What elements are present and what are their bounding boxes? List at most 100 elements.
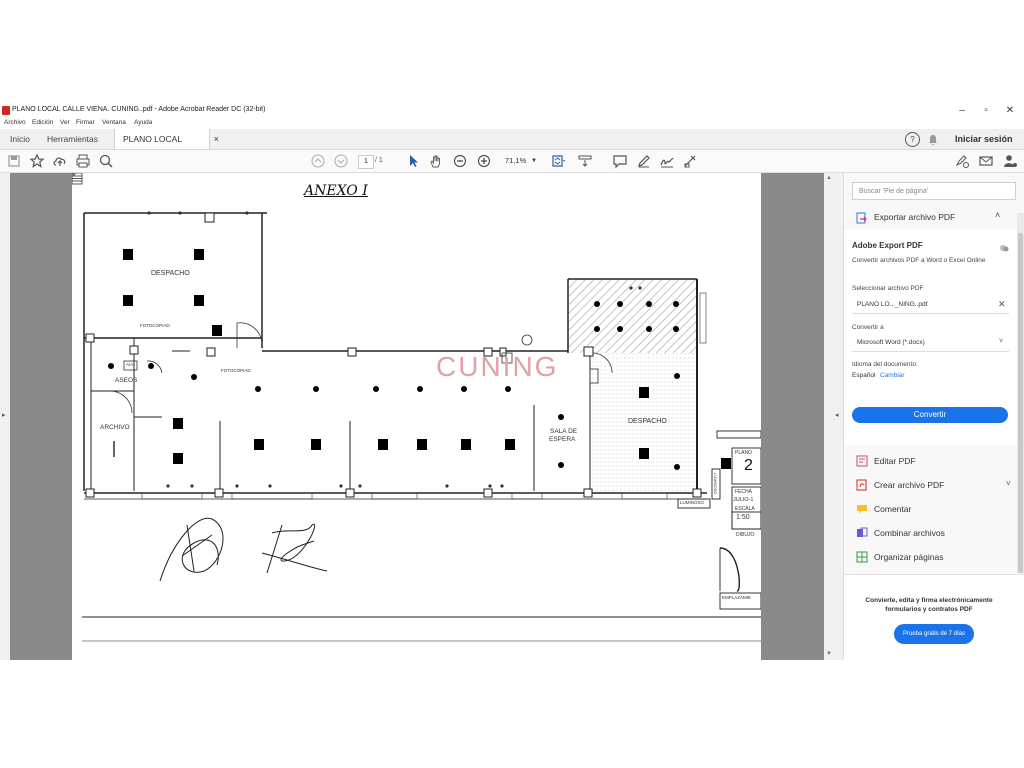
zoom-value: 71,1% <box>505 156 527 165</box>
scroll-up-icon[interactable]: ▲ <box>826 175 832 181</box>
menu-firmar[interactable]: Firmar <box>76 119 95 126</box>
create-pdf-icon <box>856 479 868 491</box>
upload-cloud-icon[interactable] <box>52 153 68 169</box>
zoom-dropdown[interactable]: 71,1% ▼ <box>500 154 540 168</box>
label-fecha-value: JULIO-1 <box>733 497 754 503</box>
vertical-scrollbar[interactable]: ▲ ▼ <box>824 173 833 660</box>
chevron-up-icon[interactable]: ˄ <box>995 210 1000 220</box>
hand-tool-icon[interactable] <box>428 153 444 169</box>
next-page-icon[interactable] <box>333 153 349 169</box>
page-total: / 1 <box>375 157 383 164</box>
export-pdf-header-label: Exportar archivo PDF <box>874 212 956 222</box>
scroll-mode-icon[interactable] <box>577 153 593 169</box>
tool-create-pdf-label: Crear archivo PDF <box>874 480 945 490</box>
selected-file-field[interactable]: PLANO LO..._NING..pdf ✕ <box>852 297 1009 314</box>
tool-organize-label: Organizar páginas <box>874 552 944 562</box>
page-number-input[interactable]: 1 <box>358 155 374 169</box>
menu-ayuda[interactable]: Ayuda <box>134 119 152 126</box>
room-label-archivo: ARCHIVO <box>100 424 130 431</box>
doc-language-value: Español <box>852 372 876 379</box>
promo-line-1: Convierte, edita y firma electrónicament… <box>865 597 993 604</box>
search-tools-input[interactable]: Buscar 'Pie de página' <box>852 182 1016 200</box>
fit-page-icon[interactable] <box>550 153 566 169</box>
maximize-button[interactable]: ▫ <box>976 104 996 118</box>
label-escala-value: 1:50 <box>736 514 750 521</box>
fill-sign-icon[interactable] <box>954 153 970 169</box>
edit-pdf-icon <box>856 455 868 467</box>
convert-to-select[interactable]: Microsoft Word (*.docx) ˅ <box>852 335 1009 352</box>
organize-pages-icon <box>856 551 868 563</box>
doc-language-label: Idioma del documento: <box>852 361 918 368</box>
export-pdf-header[interactable]: Exportar archivo PDF ˄ <box>844 207 1017 227</box>
export-panel-description: Convertir archivos PDF a Word o Excel On… <box>852 257 986 264</box>
tab-document[interactable]: PLANO LOCAL CA... × <box>114 129 219 164</box>
tab-close-icon[interactable]: × <box>214 129 219 149</box>
room-label-sala-1: SALA DE <box>550 428 578 435</box>
scroll-down-icon[interactable]: ▼ <box>826 651 832 657</box>
room-label-sala-2: ESPERA <box>549 436 576 443</box>
save-icon[interactable] <box>6 153 22 169</box>
tools-pane-scrollbar[interactable] <box>1017 213 1024 573</box>
label-plano-number: 2 <box>744 457 753 474</box>
window-title: PLANO LOCAL CALLE VIENA. CUNING..pdf - A… <box>12 106 266 113</box>
select-cursor-icon[interactable] <box>405 153 421 169</box>
change-language-link[interactable]: Cambiar <box>880 372 905 379</box>
share-user-icon[interactable] <box>1002 153 1018 169</box>
label-plano: PLANO <box>735 450 752 456</box>
label-fotocopiad-2: FOTOCOPIAD. <box>221 368 252 373</box>
room-label-despacho-2: DESPACHO <box>628 418 667 425</box>
signin-link[interactable]: Iniciar sesión <box>955 129 1013 149</box>
tool-combine-label: Combinar archivos <box>874 528 945 538</box>
menu-ventana[interactable]: Ventana <box>102 119 126 126</box>
menu-archivo[interactable]: Archivo <box>4 119 26 126</box>
minimize-button[interactable]: – <box>952 104 972 118</box>
tab-herramientas[interactable]: Herramientas <box>39 129 106 149</box>
comment-icon[interactable] <box>612 153 628 169</box>
annex-title: ANEXO I <box>304 183 368 199</box>
comment-tool-icon <box>856 503 868 515</box>
stamp-icon[interactable] <box>682 153 698 169</box>
tools-pane: Buscar 'Pie de página' Exportar archivo … <box>843 173 1024 661</box>
export-pdf-icon <box>856 211 867 224</box>
help-icon[interactable]: ? <box>905 132 920 147</box>
search-icon[interactable] <box>98 153 114 169</box>
prev-page-icon[interactable] <box>310 153 326 169</box>
remove-file-icon[interactable]: ✕ <box>998 299 1006 310</box>
close-window-button[interactable]: ✕ <box>1000 104 1020 118</box>
pdf-page[interactable]: ANEXO I CUNING DESPACHO DESPACHO ASEOS A… <box>72 173 761 660</box>
desktop-background <box>0 660 1024 768</box>
tool-edit-pdf-label: Editar PDF <box>874 456 916 466</box>
label-fotocopiad-1: FOTOCOPIAD. <box>140 323 171 328</box>
watermark-text: CUNING <box>436 351 559 382</box>
expand-left-icon[interactable]: ▸ <box>2 411 6 419</box>
label-aa: A/A <box>126 362 134 367</box>
convert-to-label: Convertir a <box>852 324 884 331</box>
mail-icon[interactable] <box>978 153 994 169</box>
floor-plan-drawing <box>72 173 761 642</box>
tab-inicio[interactable]: Inicio <box>2 129 38 149</box>
menu-ver[interactable]: Ver <box>60 119 70 126</box>
convert-button[interactable]: Convertir <box>852 407 1008 423</box>
free-trial-button[interactable]: Prueba gratis de 7 días <box>894 624 974 644</box>
star-icon[interactable] <box>29 153 45 169</box>
label-emplazamiento: EMPLAZAMIE <box>722 595 752 600</box>
pen-icon[interactable] <box>636 153 652 169</box>
chevron-down-icon[interactable]: ˅ <box>1006 479 1011 488</box>
print-icon[interactable] <box>75 153 91 169</box>
bell-icon[interactable] <box>927 133 939 146</box>
tab-bar: Inicio Herramientas PLANO LOCAL CA... × … <box>0 129 1024 164</box>
zoom-in-icon[interactable] <box>476 153 492 169</box>
zoom-out-icon[interactable] <box>452 153 468 169</box>
promo-line-2: formularios y contratos PDF <box>885 606 973 613</box>
sign-icon[interactable] <box>659 153 675 169</box>
title-bar: PLANO LOCAL CALLE VIENA. CUNING..pdf - A… <box>0 104 1024 118</box>
label-luminoso-2: LUMINOSO <box>713 473 718 495</box>
chevron-down-icon: ˅ <box>999 338 1004 345</box>
room-label-aseos: ASEOS <box>115 377 138 384</box>
right-panel-toggle[interactable]: ◂ <box>833 173 843 660</box>
select-file-label: Seleccionar archivo PDF <box>852 285 924 292</box>
left-panel-collapse[interactable]: ▸ <box>0 173 10 660</box>
collapse-right-icon[interactable]: ◂ <box>835 411 839 419</box>
export-info-icon[interactable] <box>999 240 1009 252</box>
menu-edicion[interactable]: Edición <box>32 119 53 126</box>
